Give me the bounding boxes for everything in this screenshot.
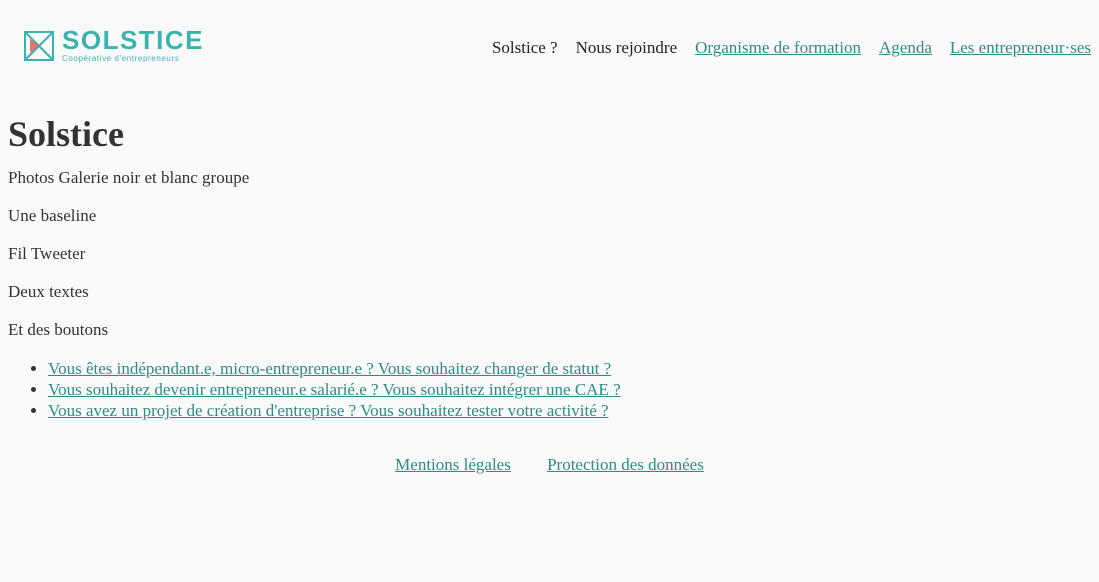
paragraph-baseline: Une baseline bbox=[8, 206, 97, 225]
paragraph-textes: Deux textes bbox=[8, 282, 89, 301]
paragraph-tweeter: Fil Tweeter bbox=[8, 244, 86, 263]
logo[interactable]: SOLSTICE Coopérative d'entrepreneurs bbox=[24, 25, 205, 63]
nav-item-les-entrepreneurs[interactable]: Les entrepreneur·ses bbox=[950, 38, 1091, 58]
footer-link-protection-donnees[interactable]: Protection des données bbox=[547, 455, 704, 474]
paragraph-boutons: Et des boutons bbox=[8, 320, 109, 339]
list-item: Vous souhaitez devenir entrepreneur.e sa… bbox=[48, 379, 1091, 400]
nav-item-nous-rejoindre[interactable]: Nous rejoindre bbox=[576, 38, 678, 58]
site-footer: Mentions légales Protection des données bbox=[0, 455, 1099, 475]
logo-tagline: Coopérative d'entrepreneurs bbox=[62, 54, 180, 63]
cta-link-creation-entreprise[interactable]: Vous avez un projet de création d'entrep… bbox=[48, 401, 609, 420]
logo-text: SOLSTICE Coopérative d'entrepreneurs bbox=[62, 25, 205, 63]
nav-item-organisme-de-formation[interactable]: Organisme de formation bbox=[695, 38, 861, 58]
cta-link-independant[interactable]: Vous êtes indépendant.e, micro-entrepren… bbox=[48, 359, 611, 378]
nav-item-solstice[interactable]: Solstice ? bbox=[492, 38, 558, 58]
list-item: Vous avez un projet de création d'entrep… bbox=[48, 400, 1091, 421]
main-content: Solstice Photos Galerie noir et blanc gr… bbox=[0, 114, 1099, 421]
cta-link-entrepreneur-salarie[interactable]: Vous souhaitez devenir entrepreneur.e sa… bbox=[48, 380, 621, 399]
list-item: Vous êtes indépendant.e, micro-entrepren… bbox=[48, 358, 1091, 379]
site-header: SOLSTICE Coopérative d'entrepreneurs Sol… bbox=[0, 0, 1099, 96]
cta-list: Vous êtes indépendant.e, micro-entrepren… bbox=[8, 358, 1091, 421]
nav-item-agenda[interactable]: Agenda bbox=[879, 38, 932, 58]
solstice-logo-icon bbox=[24, 30, 54, 61]
logo-name: SOLSTICE bbox=[62, 25, 205, 55]
footer-link-mentions-legales[interactable]: Mentions légales bbox=[395, 455, 511, 474]
paragraph-photos: Photos Galerie noir et blanc groupe bbox=[8, 168, 250, 187]
page-title: Solstice bbox=[8, 114, 124, 154]
main-nav: Solstice ? Nous rejoindre Organisme de f… bbox=[474, 38, 1091, 58]
